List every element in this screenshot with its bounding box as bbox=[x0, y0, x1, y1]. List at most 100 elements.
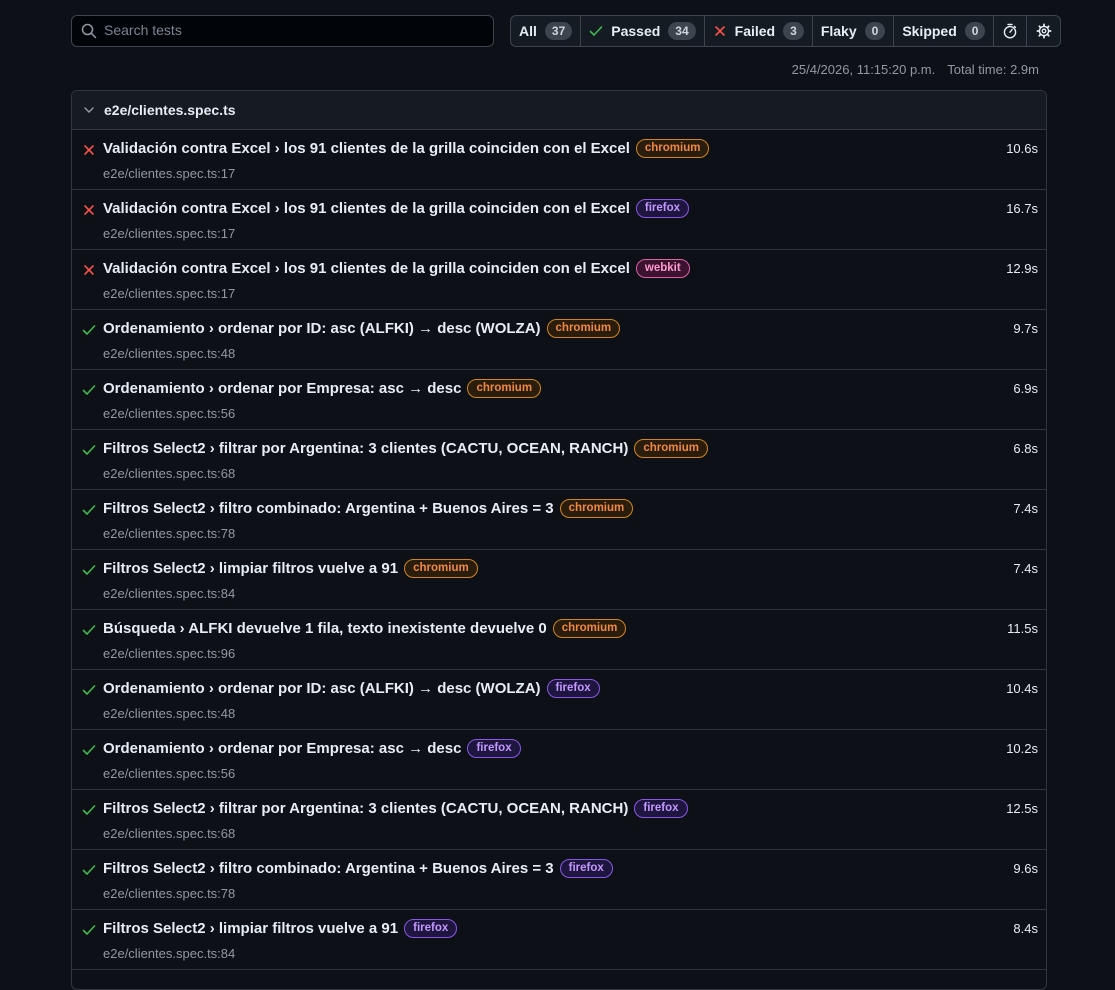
test-row[interactable]: Validación contra Excel › los 91 cliente… bbox=[72, 250, 1046, 310]
test-title[interactable]: Ordenamiento › ordenar por ID: asc (ALFK… bbox=[103, 320, 541, 337]
test-location: e2e/clientes.spec.ts:78 bbox=[103, 886, 236, 901]
filter-passed[interactable]: Passed 34 bbox=[581, 16, 705, 46]
test-title[interactable]: Filtros Select2 › limpiar filtros vuelve… bbox=[103, 920, 398, 937]
test-title-line: Filtros Select2 › filtrar por Argentina:… bbox=[103, 439, 708, 458]
test-row[interactable]: Filtros Select2 › limpiar filtros vuelve… bbox=[72, 910, 1046, 970]
test-title[interactable]: Filtros Select2 › filtro combinado: Arge… bbox=[103, 500, 554, 517]
test-duration: 10.6s bbox=[1006, 141, 1038, 156]
test-duration: 7.4s bbox=[1013, 561, 1038, 576]
test-title[interactable]: Búsqueda › ALFKI devuelve 1 fila, texto … bbox=[103, 620, 547, 637]
test-location: e2e/clientes.spec.ts:68 bbox=[103, 466, 236, 481]
filter-all[interactable]: All 37 bbox=[511, 16, 582, 46]
test-duration: 8.4s bbox=[1013, 921, 1038, 936]
test-location: e2e/clientes.spec.ts:56 bbox=[103, 766, 236, 781]
test-title-line: Ordenamiento › ordenar por Empresa: asc … bbox=[103, 739, 521, 758]
test-location: e2e/clientes.spec.ts:17 bbox=[103, 286, 236, 301]
test-title[interactable]: Filtros Select2 › filtrar por Argentina:… bbox=[103, 800, 628, 817]
speedboard-button[interactable] bbox=[994, 16, 1028, 46]
x-icon bbox=[714, 26, 725, 36]
test-location: e2e/clientes.spec.ts:17 bbox=[103, 226, 236, 241]
x-icon bbox=[84, 145, 94, 155]
run-metadata: 25/4/2026, 11:15:20 p.m. Total time: 2.9… bbox=[792, 62, 1039, 77]
filter-skipped-count: 0 bbox=[964, 22, 986, 40]
test-location: e2e/clientes.spec.ts:17 bbox=[103, 166, 236, 181]
test-title-line: Filtros Select2 › limpiar filtros vuelve… bbox=[103, 559, 478, 578]
check-icon bbox=[589, 26, 603, 36]
filter-failed[interactable]: Failed 3 bbox=[705, 16, 813, 46]
project-badge[interactable]: chromium bbox=[552, 619, 627, 638]
test-title[interactable]: Validación contra Excel › los 91 cliente… bbox=[103, 140, 630, 157]
test-title-line: Ordenamiento › ordenar por Empresa: asc … bbox=[103, 379, 542, 398]
filter-flaky-label: Flaky bbox=[820, 23, 857, 39]
run-timestamp: 25/4/2026, 11:15:20 p.m. bbox=[791, 62, 936, 77]
test-row[interactable]: Filtros Select2 › filtro combinado: Arge… bbox=[72, 490, 1046, 550]
check-icon bbox=[82, 865, 96, 875]
test-row[interactable]: Filtros Select2 › filtro combinado: Arge… bbox=[72, 850, 1046, 910]
filter-all-count: 37 bbox=[544, 22, 573, 40]
test-row[interactable]: Validación contra Excel › los 91 cliente… bbox=[72, 130, 1046, 190]
file-header[interactable]: e2e/clientes.spec.ts bbox=[72, 91, 1046, 130]
test-duration: 9.7s bbox=[1013, 321, 1038, 336]
test-duration: 10.4s bbox=[1006, 681, 1038, 696]
test-title-line: Validación contra Excel › los 91 cliente… bbox=[103, 259, 690, 278]
test-title[interactable]: Validación contra Excel › los 91 cliente… bbox=[103, 260, 630, 277]
project-badge[interactable]: firefox bbox=[467, 739, 521, 758]
test-location: e2e/clientes.spec.ts:96 bbox=[103, 646, 236, 661]
test-title-line: Filtros Select2 › limpiar filtros vuelve… bbox=[103, 919, 458, 938]
test-title-line: Validación contra Excel › los 91 cliente… bbox=[103, 199, 690, 218]
test-title-line: Filtros Select2 › filtrar por Argentina:… bbox=[103, 799, 688, 818]
filter-flaky-count: 0 bbox=[864, 22, 886, 40]
test-title-line: Validación contra Excel › los 91 cliente… bbox=[103, 139, 710, 158]
project-badge[interactable]: chromium bbox=[559, 499, 634, 518]
project-badge[interactable]: firefox bbox=[404, 919, 458, 938]
settings-button[interactable] bbox=[1027, 16, 1060, 46]
filter-all-label: All bbox=[519, 23, 537, 39]
check-icon bbox=[82, 385, 96, 395]
filter-flaky[interactable]: Flaky 0 bbox=[813, 16, 895, 46]
test-row[interactable]: Ordenamiento › ordenar por Empresa: asc … bbox=[72, 730, 1046, 790]
test-title[interactable]: Validación contra Excel › los 91 cliente… bbox=[103, 200, 630, 217]
project-badge[interactable]: chromium bbox=[467, 379, 542, 398]
filter-failed-label: Failed bbox=[734, 23, 776, 39]
project-badge[interactable]: chromium bbox=[635, 139, 710, 158]
test-row[interactable]: Ordenamiento › ordenar por Empresa: asc … bbox=[72, 370, 1046, 430]
test-title[interactable]: Filtros Select2 › filtrar por Argentina:… bbox=[103, 440, 628, 457]
test-row[interactable]: Ordenamiento › ordenar por ID: asc (ALFK… bbox=[72, 670, 1046, 730]
filter-passed-count: 34 bbox=[668, 22, 696, 40]
project-badge[interactable]: chromium bbox=[634, 439, 708, 458]
test-row[interactable]: Filtros Select2 › filtrar por Argentina:… bbox=[72, 430, 1046, 490]
test-title-line: Ordenamiento › ordenar por ID: asc (ALFK… bbox=[103, 319, 621, 338]
test-row[interactable]: Filtros Select2 › limpiar filtros vuelve… bbox=[72, 550, 1046, 610]
project-badge[interactable]: webkit bbox=[635, 259, 690, 278]
test-duration: 6.8s bbox=[1013, 441, 1038, 456]
project-badge[interactable]: firefox bbox=[634, 799, 688, 818]
project-badge[interactable]: firefox bbox=[635, 199, 690, 218]
check-icon bbox=[82, 565, 96, 575]
filter-skipped[interactable]: Skipped 0 bbox=[894, 16, 995, 46]
project-badge[interactable]: firefox bbox=[559, 859, 613, 878]
project-badge[interactable]: chromium bbox=[404, 559, 478, 578]
test-list: Validación contra Excel › los 91 cliente… bbox=[72, 130, 1046, 970]
test-title[interactable]: Ordenamiento › ordenar por Empresa: asc … bbox=[103, 380, 461, 397]
test-title[interactable]: Ordenamiento › ordenar por Empresa: asc … bbox=[103, 740, 461, 757]
project-badge[interactable]: firefox bbox=[546, 679, 600, 698]
test-row[interactable]: Búsqueda › ALFKI devuelve 1 fila, texto … bbox=[72, 610, 1046, 670]
test-row[interactable]: Ordenamiento › ordenar por ID: asc (ALFK… bbox=[72, 310, 1046, 370]
check-icon bbox=[82, 745, 96, 755]
check-icon bbox=[82, 625, 96, 635]
project-badge[interactable]: chromium bbox=[546, 319, 621, 338]
test-title[interactable]: Filtros Select2 › limpiar filtros vuelve… bbox=[103, 560, 398, 577]
test-title[interactable]: Filtros Select2 › filtro combinado: Arge… bbox=[103, 860, 554, 877]
test-duration: 12.5s bbox=[1006, 801, 1038, 816]
x-icon bbox=[84, 265, 94, 275]
search-box[interactable] bbox=[71, 15, 494, 47]
search-icon bbox=[81, 23, 97, 39]
test-duration: 16.7s bbox=[1006, 201, 1038, 216]
test-row[interactable]: Filtros Select2 › filtrar por Argentina:… bbox=[72, 790, 1046, 850]
test-row[interactable]: Validación contra Excel › los 91 cliente… bbox=[72, 190, 1046, 250]
search-input[interactable] bbox=[104, 20, 484, 40]
test-location: e2e/clientes.spec.ts:68 bbox=[103, 826, 236, 841]
stopwatch-icon bbox=[1004, 23, 1017, 39]
check-icon bbox=[82, 925, 96, 935]
test-title[interactable]: Ordenamiento › ordenar por ID: asc (ALFK… bbox=[103, 680, 541, 697]
